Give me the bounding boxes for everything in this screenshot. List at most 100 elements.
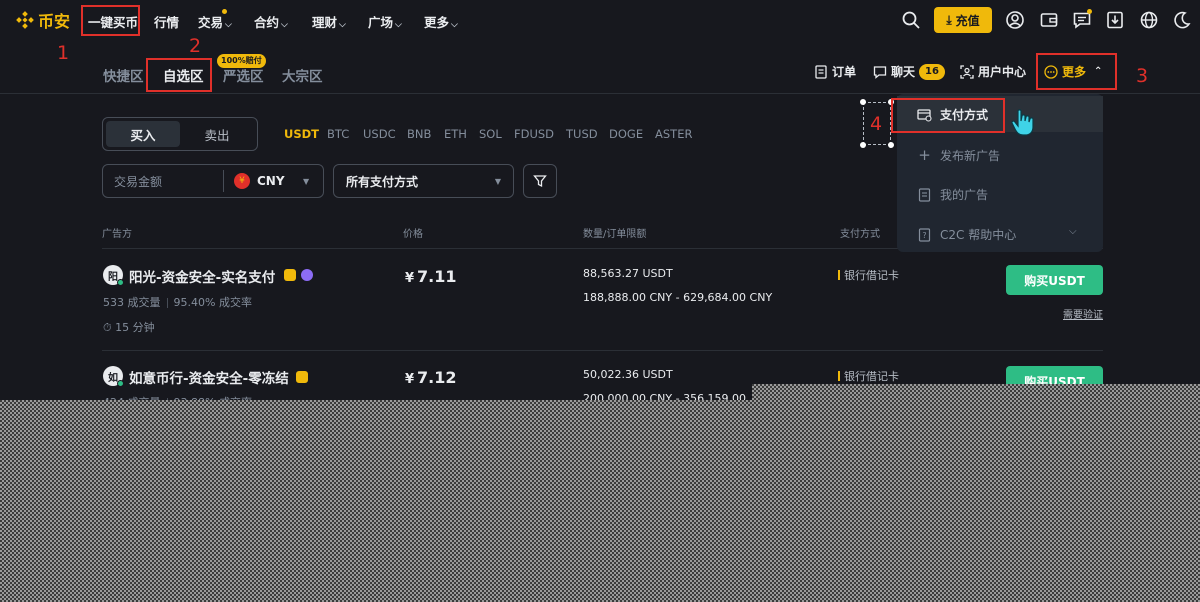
annotation-box-4 [891,98,1005,133]
nav-item-earn-label: 理财 [312,15,338,30]
orders-label: 订单 [832,65,857,79]
payment-time-value: 15 分钟 [115,321,155,334]
nav-item-more[interactable]: 更多 ⌵ [424,12,458,31]
nav-item-trade-label: 交易 [198,15,224,30]
chevron-down-icon: ⌵ [451,20,458,30]
merchant-badge-icon [284,269,296,281]
coin-tab-aster[interactable]: ASTER [655,127,692,141]
coin-tab-doge[interactable]: DOGE [609,127,643,141]
payment-method-tag: 银行借记卡 [838,267,899,283]
tab-verified[interactable]: 严选区 [223,65,264,85]
advertiser-stats: 533 成交量 95.40% 成交率 [103,294,252,310]
currency-select[interactable]: CNY [257,174,303,188]
nav-item-earn[interactable]: 理财 ⌵ [312,12,346,31]
menu-item-my-ads[interactable]: 我的广告 [917,186,988,203]
row-divider [102,350,1103,351]
nav-item-trade[interactable]: 交易 ⌵ [198,12,232,31]
tab-block-trade[interactable]: 大宗区 [282,65,323,85]
user-center-label: 用户中心 [978,65,1027,79]
payment-method-select[interactable]: 所有支付方式 ▼ [333,164,514,198]
ad-price: ¥7.11 [405,267,457,286]
chat-count-badge: 16 [919,63,945,80]
language-globe-icon[interactable] [1139,10,1159,30]
coin-tab-btc[interactable]: BTC [327,127,349,141]
verified-diamond-icon [301,269,313,281]
available-quantity: 88,563.27 USDT [583,267,673,280]
coin-tab-bnb[interactable]: BNB [407,127,431,141]
payment-time: ⏱ 15 分钟 [103,319,155,335]
coin-tab-usdt[interactable]: USDT [284,127,319,141]
top-navigation: 币安 一键买币 行情 交易 ⌵ 合约 ⌵ 理财 ⌵ 广场 ⌵ 更多 ⌵ ⤓ 充值 [0,0,1200,40]
redacted-overlay [752,384,1200,400]
selection-handle [860,99,866,105]
menu-item-post-ad[interactable]: + 发布新广告 [917,146,1000,164]
tab-express[interactable]: 快捷区 [103,65,144,85]
dark-mode-moon-icon[interactable] [1172,10,1192,30]
menu-item-label: 发布新广告 [940,148,1001,163]
amount-filter: 交易金额 ¥ CNY ▼ [102,164,324,198]
menu-item-label: 我的广告 [940,188,989,202]
chevron-down-icon: ⌵ [339,20,346,30]
amount-input[interactable]: 交易金额 [103,173,223,190]
coin-tab-usdc[interactable]: USDC [363,127,396,141]
payment-method-value: 所有支付方式 [346,174,419,189]
user-profile-icon[interactable] [1005,10,1025,30]
menu-item-help-center[interactable]: ? C2C 帮助中心 [917,226,1016,243]
merchant-badge-icon [296,371,308,383]
coin-tab-eth[interactable]: ETH [444,127,467,141]
buy-usdt-button[interactable]: 购买USDT [1006,265,1103,295]
filter-button[interactable] [523,164,557,198]
online-status-dot [117,380,124,387]
annotation-label-1: 1 [57,42,70,64]
timer-icon: ⏱ [103,321,112,334]
price-value: 7.12 [417,368,457,387]
search-icon[interactable] [901,10,921,30]
orders-document-icon [815,64,827,79]
coin-tab-sol[interactable]: SOL [479,127,502,141]
annotation-label-2: 2 [189,35,202,57]
deposit-label: 充值 [955,13,980,28]
chevron-down-icon[interactable]: ⌵ [1069,226,1077,237]
buy-toggle-button[interactable]: 买入 [106,121,180,147]
orders-link[interactable]: 订单 [814,63,856,80]
nav-item-more-label: 更多 [424,15,450,30]
annotation-label-3: 3 [1136,65,1149,87]
help-icon: ? [918,227,931,242]
chevron-down-icon: ⌵ [225,20,232,30]
menu-item-label: C2C 帮助中心 [940,228,1017,242]
svg-text:?: ? [922,231,926,240]
verification-required-link[interactable]: 需要验证 [1063,306,1103,321]
price-currency-symbol: ¥ [405,372,415,387]
chat-label: 聊天 [891,65,916,79]
column-header-payment: 支付方式 [840,229,880,240]
advertiser-avatar[interactable]: 阳 [103,265,124,286]
notification-dot [222,9,227,14]
sell-toggle-button[interactable]: 卖出 [180,121,254,147]
chevron-down-icon: ⌵ [395,20,402,30]
price-value: 7.11 [417,267,457,286]
coin-tab-tusd[interactable]: TUSD [566,127,598,141]
available-quantity: 50,022.36 USDT [583,368,673,381]
advertiser-name[interactable]: 如意币行-资金安全-零冻结 [129,367,289,387]
caret-down-icon: ▼ [494,176,501,186]
deposit-button[interactable]: ⤓ 充值 [934,7,992,33]
advertiser-name[interactable]: 阳光-资金安全-实名支付 [129,266,275,286]
chevron-down-icon: ⌵ [281,20,288,30]
nav-item-futures[interactable]: 合约 ⌵ [254,12,288,31]
nav-item-square[interactable]: 广场 ⌵ [368,12,402,31]
download-arrow-icon: ⤓ [946,12,952,27]
user-center-link[interactable]: 用户中心 [960,63,1026,80]
binance-logo[interactable]: 币安 [16,9,70,31]
column-header-quantity-limit: 数量/订单限额 [583,229,647,240]
nav-item-markets[interactable]: 行情 [154,12,179,31]
column-header-price: 价格 [403,229,423,240]
annotation-box-1 [81,5,140,36]
annotation-box-3 [1036,53,1117,90]
chat-link[interactable]: 聊天 16 [873,63,945,80]
notification-dot [1087,9,1092,14]
coin-tab-fdusd[interactable]: FDUSD [514,127,554,141]
download-app-icon[interactable] [1105,10,1125,30]
wallet-icon[interactable] [1039,10,1059,30]
advertiser-avatar[interactable]: 如 [103,366,124,387]
buy-sell-toggle: 买入 卖出 [102,117,258,151]
